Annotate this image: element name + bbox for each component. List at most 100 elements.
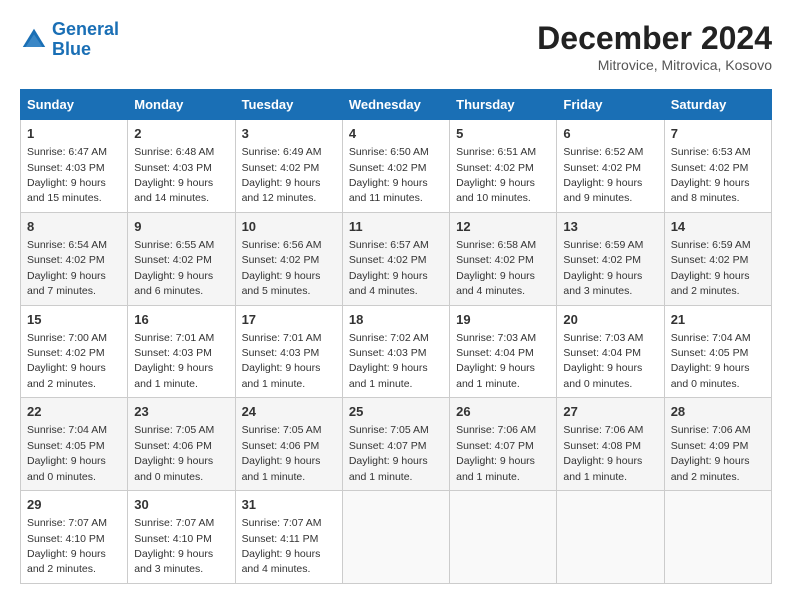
page-header: General Blue December 2024 Mitrovice, Mi… [20, 20, 772, 73]
day-info: Sunrise: 6:48 AMSunset: 4:03 PMDaylight:… [134, 146, 214, 204]
day-info: Sunrise: 7:02 AMSunset: 4:03 PMDaylight:… [349, 332, 429, 390]
day-number: 10 [242, 218, 336, 236]
calendar-cell: 23 Sunrise: 7:05 AMSunset: 4:06 PMDayligh… [128, 398, 235, 491]
day-of-week-header: Sunday [21, 90, 128, 120]
calendar-cell: 6Sunrise: 6:52 AMSunset: 4:02 PMDaylight… [557, 120, 664, 213]
calendar-cell: 11 Sunrise: 6:57 AMSunset: 4:02 PMDayligh… [342, 212, 449, 305]
day-number: 1 [27, 125, 121, 143]
day-number: 11 [349, 218, 443, 236]
calendar-cell: 12 Sunrise: 6:58 AMSunset: 4:02 PMDayligh… [450, 212, 557, 305]
logo-text: General Blue [52, 20, 119, 60]
day-info: Sunrise: 7:04 AMSunset: 4:05 PMDaylight:… [27, 424, 107, 482]
day-number: 17 [242, 311, 336, 329]
calendar-cell: 22 Sunrise: 7:04 AMSunset: 4:05 PMDayligh… [21, 398, 128, 491]
day-info: Sunrise: 6:47 AMSunset: 4:03 PMDaylight:… [27, 146, 107, 204]
day-info: Sunrise: 7:07 AMSunset: 4:11 PMDaylight:… [242, 517, 322, 575]
day-info: Sunrise: 7:03 AMSunset: 4:04 PMDaylight:… [563, 332, 643, 390]
day-number: 23 [134, 403, 228, 421]
day-number: 26 [456, 403, 550, 421]
calendar-cell: 26 Sunrise: 7:06 AMSunset: 4:07 PMDayligh… [450, 398, 557, 491]
day-info: Sunrise: 7:05 AMSunset: 4:07 PMDaylight:… [349, 424, 429, 482]
day-info: Sunrise: 6:57 AMSunset: 4:02 PMDaylight:… [349, 239, 429, 297]
day-of-week-header: Monday [128, 90, 235, 120]
calendar-cell: 15 Sunrise: 7:00 AMSunset: 4:02 PMDayligh… [21, 305, 128, 398]
day-info: Sunrise: 6:59 AMSunset: 4:02 PMDaylight:… [563, 239, 643, 297]
calendar-week-row: 1 Sunrise: 6:47 AMSunset: 4:03 PMDaylight… [21, 120, 772, 213]
calendar-cell: 4Sunrise: 6:50 AMSunset: 4:02 PMDaylight… [342, 120, 449, 213]
day-number: 4 [349, 125, 443, 143]
day-number: 13 [563, 218, 657, 236]
day-number: 16 [134, 311, 228, 329]
calendar-cell: 21 Sunrise: 7:04 AMSunset: 4:05 PMDayligh… [664, 305, 771, 398]
day-info: Sunrise: 7:06 AMSunset: 4:08 PMDaylight:… [563, 424, 643, 482]
calendar-cell: 30 Sunrise: 7:07 AMSunset: 4:10 PMDayligh… [128, 491, 235, 584]
calendar-cell: 3 Sunrise: 6:49 AMSunset: 4:02 PMDaylight… [235, 120, 342, 213]
day-number: 21 [671, 311, 765, 329]
calendar-cell: 19Sunrise: 7:03 AMSunset: 4:04 PMDayligh… [450, 305, 557, 398]
calendar-cell: 24Sunrise: 7:05 AMSunset: 4:06 PMDayligh… [235, 398, 342, 491]
calendar-cell: 7Sunrise: 6:53 AMSunset: 4:02 PMDaylight… [664, 120, 771, 213]
calendar-cell: 8Sunrise: 6:54 AMSunset: 4:02 PMDaylight… [21, 212, 128, 305]
title-block: December 2024 Mitrovice, Mitrovica, Koso… [537, 20, 772, 73]
calendar-cell [450, 491, 557, 584]
day-number: 20 [563, 311, 657, 329]
calendar-cell: 13 Sunrise: 6:59 AMSunset: 4:02 PMDayligh… [557, 212, 664, 305]
day-info: Sunrise: 7:00 AMSunset: 4:02 PMDaylight:… [27, 332, 107, 390]
day-number: 25 [349, 403, 443, 421]
day-info: Sunrise: 7:01 AMSunset: 4:03 PMDaylight:… [242, 332, 322, 390]
logo-icon [20, 26, 48, 54]
day-number: 5 [456, 125, 550, 143]
calendar-cell: 20 Sunrise: 7:03 AMSunset: 4:04 PMDayligh… [557, 305, 664, 398]
calendar-cell: 16Sunrise: 7:01 AMSunset: 4:03 PMDayligh… [128, 305, 235, 398]
month-title: December 2024 [537, 20, 772, 57]
day-info: Sunrise: 7:05 AMSunset: 4:06 PMDaylight:… [134, 424, 214, 482]
calendar-cell: 10 Sunrise: 6:56 AMSunset: 4:02 PMDayligh… [235, 212, 342, 305]
day-info: Sunrise: 7:04 AMSunset: 4:05 PMDaylight:… [671, 332, 751, 390]
day-info: Sunrise: 6:59 AMSunset: 4:02 PMDaylight:… [671, 239, 751, 297]
day-number: 3 [242, 125, 336, 143]
day-number: 28 [671, 403, 765, 421]
day-info: Sunrise: 6:58 AMSunset: 4:02 PMDaylight:… [456, 239, 536, 297]
day-info: Sunrise: 6:54 AMSunset: 4:02 PMDaylight:… [27, 239, 107, 297]
location-subtitle: Mitrovice, Mitrovica, Kosovo [537, 57, 772, 73]
calendar-cell: 2Sunrise: 6:48 AMSunset: 4:03 PMDaylight… [128, 120, 235, 213]
day-number: 30 [134, 496, 228, 514]
day-of-week-header: Saturday [664, 90, 771, 120]
calendar-week-row: 29 Sunrise: 7:07 AMSunset: 4:10 PMDayligh… [21, 491, 772, 584]
calendar-week-row: 8Sunrise: 6:54 AMSunset: 4:02 PMDaylight… [21, 212, 772, 305]
calendar-body: 1 Sunrise: 6:47 AMSunset: 4:03 PMDaylight… [21, 120, 772, 584]
day-info: Sunrise: 6:52 AMSunset: 4:02 PMDaylight:… [563, 146, 643, 204]
day-info: Sunrise: 7:06 AMSunset: 4:07 PMDaylight:… [456, 424, 536, 482]
day-info: Sunrise: 6:56 AMSunset: 4:02 PMDaylight:… [242, 239, 322, 297]
day-number: 7 [671, 125, 765, 143]
calendar-cell [557, 491, 664, 584]
day-number: 12 [456, 218, 550, 236]
day-number: 31 [242, 496, 336, 514]
day-of-week-header: Thursday [450, 90, 557, 120]
calendar-cell: 5 Sunrise: 6:51 AMSunset: 4:02 PMDaylight… [450, 120, 557, 213]
calendar-week-row: 15 Sunrise: 7:00 AMSunset: 4:02 PMDayligh… [21, 305, 772, 398]
day-info: Sunrise: 6:49 AMSunset: 4:02 PMDaylight:… [242, 146, 322, 204]
calendar-cell: 1 Sunrise: 6:47 AMSunset: 4:03 PMDaylight… [21, 120, 128, 213]
calendar-cell [342, 491, 449, 584]
calendar-cell: 14 Sunrise: 6:59 AMSunset: 4:02 PMDayligh… [664, 212, 771, 305]
calendar-header-row: SundayMondayTuesdayWednesdayThursdayFrid… [21, 90, 772, 120]
calendar-cell: 29Sunrise: 7:07 AMSunset: 4:10 PMDayligh… [21, 491, 128, 584]
day-of-week-header: Tuesday [235, 90, 342, 120]
day-of-week-header: Wednesday [342, 90, 449, 120]
day-info: Sunrise: 6:51 AMSunset: 4:02 PMDaylight:… [456, 146, 536, 204]
day-number: 14 [671, 218, 765, 236]
calendar-cell: 31 Sunrise: 7:07 AMSunset: 4:11 PMDayligh… [235, 491, 342, 584]
day-number: 29 [27, 496, 121, 514]
day-number: 24 [242, 403, 336, 421]
calendar-cell: 27Sunrise: 7:06 AMSunset: 4:08 PMDayligh… [557, 398, 664, 491]
day-info: Sunrise: 7:07 AMSunset: 4:10 PMDaylight:… [134, 517, 214, 575]
day-number: 22 [27, 403, 121, 421]
calendar-cell: 25 Sunrise: 7:05 AMSunset: 4:07 PMDayligh… [342, 398, 449, 491]
calendar-cell: 28Sunrise: 7:06 AMSunset: 4:09 PMDayligh… [664, 398, 771, 491]
day-of-week-header: Friday [557, 90, 664, 120]
day-number: 18 [349, 311, 443, 329]
day-number: 19 [456, 311, 550, 329]
day-number: 15 [27, 311, 121, 329]
calendar-cell [664, 491, 771, 584]
